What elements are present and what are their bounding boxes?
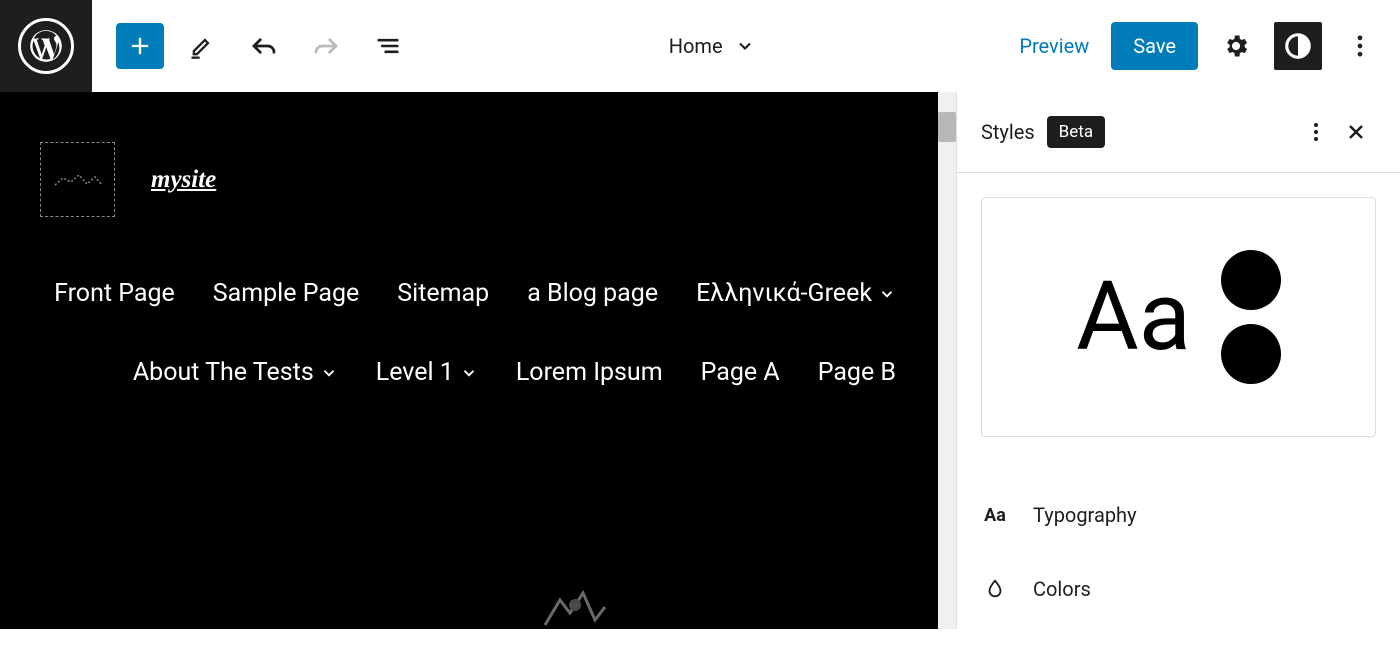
- beta-badge: Beta: [1047, 116, 1105, 148]
- nav-item-label: Sitemap: [397, 279, 489, 308]
- featured-image: [535, 585, 615, 629]
- chevron-down-icon: [735, 36, 755, 56]
- nav-item[interactable]: About The Tests: [133, 358, 338, 387]
- nav-item-label: Sample Page: [213, 279, 359, 308]
- preview-button[interactable]: Preview: [1011, 26, 1097, 66]
- colors-icon: [981, 578, 1009, 600]
- nav-item-label: Front Page: [54, 279, 175, 308]
- canvas-scrollbar[interactable]: [938, 92, 956, 629]
- plus-icon: [126, 32, 154, 60]
- sidebar-header: Styles Beta: [957, 92, 1400, 173]
- more-options-button[interactable]: [1336, 22, 1384, 70]
- chevron-down-icon: [460, 364, 478, 382]
- undo-button[interactable]: [240, 22, 288, 70]
- color-swatch: [1221, 324, 1281, 384]
- edit-tool-button[interactable]: [178, 22, 226, 70]
- nav-item-label: Page A: [701, 358, 780, 387]
- site-logo-placeholder[interactable]: [40, 142, 115, 217]
- typography-label: Typography: [1033, 503, 1137, 527]
- sidebar-sections: Aa Typography Colors: [981, 491, 1376, 613]
- nav-item-label: About The Tests: [133, 358, 314, 387]
- nav-item[interactable]: Sample Page: [213, 279, 359, 308]
- close-icon: [1344, 120, 1368, 144]
- nav-item[interactable]: Lorem Ipsum: [516, 358, 663, 387]
- gear-icon: [1222, 32, 1250, 60]
- typography-preview: Aa: [1076, 269, 1191, 365]
- color-preview: [1221, 250, 1281, 384]
- nav-item-label: a Blog page: [527, 279, 658, 308]
- color-swatch: [1221, 250, 1281, 310]
- edit-icon: [188, 32, 216, 60]
- sidebar-title: Styles: [981, 120, 1035, 144]
- editor-canvas[interactable]: mysite Front Page Sample Page Sitemap a Blo…: [0, 92, 956, 629]
- colors-row[interactable]: Colors: [981, 565, 1376, 613]
- chevron-down-icon: [878, 285, 896, 303]
- wordpress-logo-icon: [18, 18, 74, 74]
- settings-button[interactable]: [1212, 22, 1260, 70]
- editor-toolbar: Home Preview Save: [0, 0, 1400, 92]
- redo-icon: [311, 31, 341, 61]
- nav-item[interactable]: Page A: [701, 358, 780, 387]
- toolbar-left: [92, 22, 412, 70]
- nav-item-label: Ελληνικά-Greek: [696, 279, 872, 308]
- document-title-dropdown[interactable]: Home: [669, 34, 755, 58]
- nav-item-label: Lorem Ipsum: [516, 358, 663, 387]
- nav-item-label: Level 1: [376, 358, 454, 387]
- site-header: mysite: [40, 142, 898, 217]
- typography-row[interactable]: Aa Typography: [981, 491, 1376, 539]
- nav-item[interactable]: Page B: [818, 358, 896, 387]
- colors-label: Colors: [1033, 577, 1091, 601]
- typography-icon: Aa: [981, 505, 1009, 526]
- close-sidebar-button[interactable]: [1336, 112, 1376, 152]
- styles-sidebar: Styles Beta Aa Aa Typography: [956, 92, 1400, 629]
- nav-item[interactable]: Front Page: [54, 279, 175, 308]
- wordpress-logo[interactable]: [0, 0, 92, 92]
- toolbar-right: Preview Save: [1011, 22, 1400, 70]
- style-preview-card[interactable]: Aa: [981, 197, 1376, 437]
- toolbar-center: Home: [412, 34, 1011, 58]
- document-title-label: Home: [669, 34, 723, 58]
- scrollbar-thumb[interactable]: [938, 112, 956, 142]
- main-area: mysite Front Page Sample Page Sitemap a Blo…: [0, 92, 1400, 629]
- list-view-icon: [374, 32, 402, 60]
- undo-icon: [249, 31, 279, 61]
- sidebar-more-button[interactable]: [1296, 112, 1336, 152]
- list-view-button[interactable]: [364, 22, 412, 70]
- more-vertical-icon: [1304, 120, 1328, 144]
- redo-button[interactable]: [302, 22, 350, 70]
- nav-item-label: Page B: [818, 358, 896, 387]
- nav-item[interactable]: Sitemap: [397, 279, 489, 308]
- sidebar-body: Aa Aa Typography Colors: [957, 173, 1400, 663]
- chevron-down-icon: [320, 364, 338, 382]
- nav-item[interactable]: a Blog page: [527, 279, 658, 308]
- global-styles-button[interactable]: [1274, 22, 1322, 70]
- site-title[interactable]: mysite: [151, 166, 216, 194]
- navigation-menu: Front Page Sample Page Sitemap a Blog page Ε…: [40, 279, 898, 387]
- nav-item[interactable]: Ελληνικά-Greek: [696, 279, 896, 308]
- image-placeholder-icon: [53, 170, 103, 190]
- save-button[interactable]: Save: [1111, 22, 1198, 70]
- more-vertical-icon: [1346, 32, 1374, 60]
- contrast-icon: [1283, 31, 1313, 61]
- nav-item[interactable]: Level 1: [376, 358, 478, 387]
- add-block-button[interactable]: [116, 23, 164, 69]
